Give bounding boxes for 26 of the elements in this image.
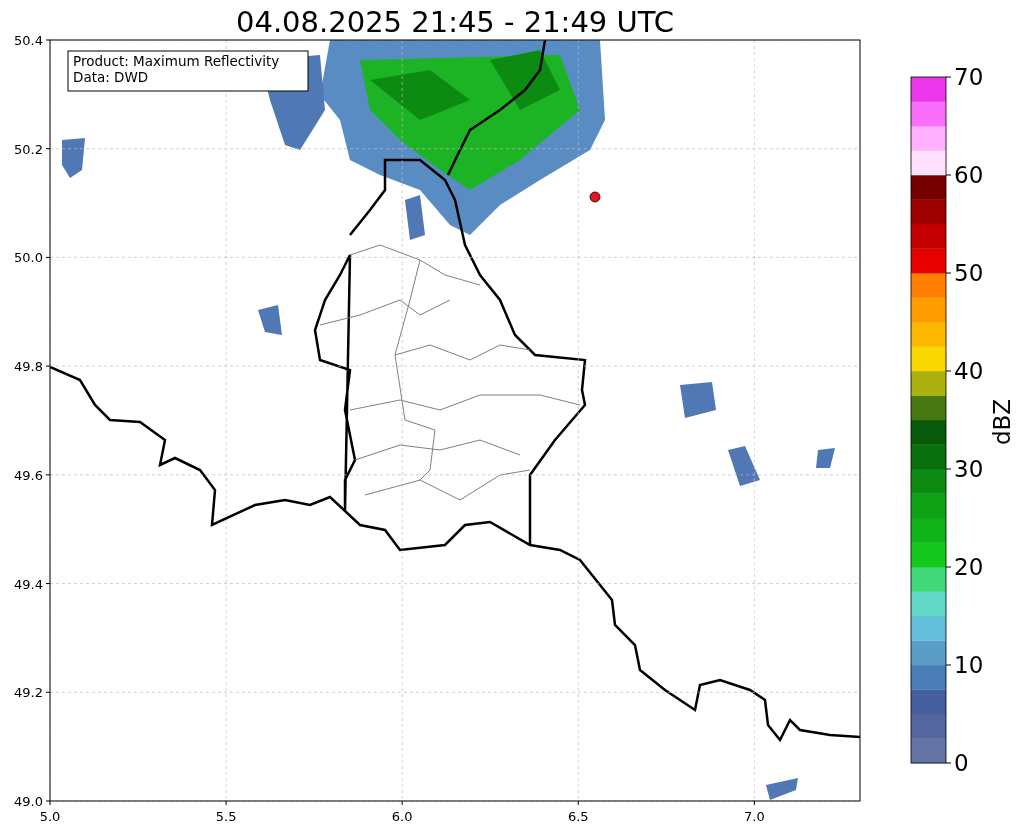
colorbar-label: dBZ	[989, 398, 1015, 446]
colorbar-tick-label: 40	[954, 358, 984, 384]
tick-label: 50.0	[14, 250, 43, 266]
tick-label: 49.0	[14, 794, 43, 809]
info-text: Data: DWD	[73, 69, 149, 85]
tick-label: 6.0	[391, 809, 413, 824]
tick-label: 5.0	[39, 809, 61, 824]
colorbar-tick-label: 20	[954, 554, 984, 580]
location-marker-icon	[589, 191, 601, 203]
tick-label: 49.6	[14, 467, 43, 483]
tick-label: 50.4	[14, 33, 43, 48]
colorbar-tick-label: 70	[954, 64, 984, 90]
tick-label: 7.0	[744, 809, 765, 824]
tick-label: 5.5	[215, 809, 237, 824]
colorbar-tick-label: 30	[954, 456, 984, 482]
tick-label: 6.5	[567, 809, 589, 824]
colorbar-tick-label: 50	[954, 260, 984, 286]
tick-label: 49.4	[14, 576, 43, 592]
chart-title: 04.08.2025 21:45 - 21:49 UTC	[236, 5, 674, 39]
tick-label: 50.2	[14, 141, 43, 157]
colorbar-tick-label: 0	[954, 750, 969, 776]
tick-label: 49.2	[14, 685, 43, 701]
tick-label: 49.8	[14, 359, 43, 375]
colorbar-tick-label: 10	[954, 652, 984, 678]
colorbar-tick-label: 60	[954, 162, 984, 188]
info-text: Product: Maximum Reflectivity	[73, 53, 280, 69]
